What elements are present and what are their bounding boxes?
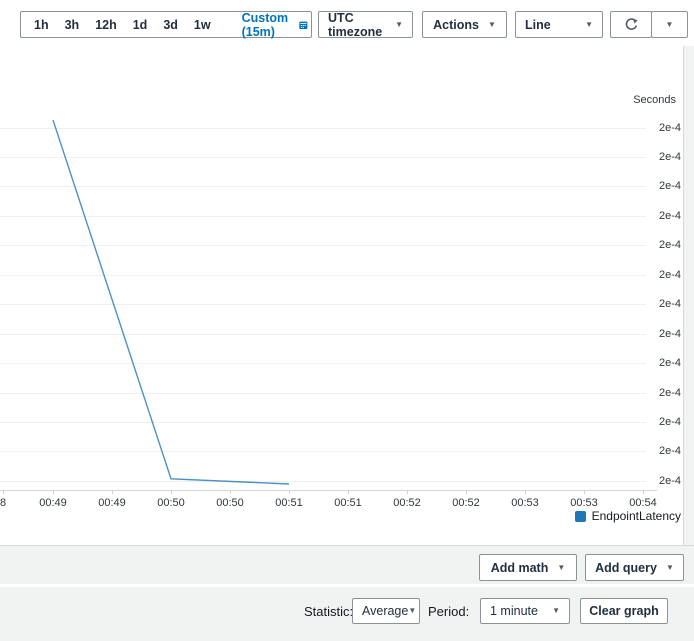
metric-line-chart[interactable]: Seconds 2e-42e-42e-42e-42e-42e-42e-42e-4… <box>0 0 694 545</box>
chevron-down-icon: ▼ <box>552 607 560 615</box>
period-label: Period: <box>428 604 469 619</box>
statistic-label: Statistic: <box>304 604 353 619</box>
statistic-value: Average <box>362 604 408 618</box>
right-margin <box>684 46 694 545</box>
series-plot <box>0 0 694 545</box>
clear-graph-button[interactable]: Clear graph <box>580 598 668 624</box>
legend-series-label: EndpointLatency <box>592 509 681 523</box>
statistic-select[interactable]: Average ▼ <box>352 598 420 624</box>
chevron-down-icon: ▼ <box>408 607 416 615</box>
statistic-period-bar: Statistic: Average ▼ Period: 1 minute ▼ … <box>0 587 694 641</box>
clear-graph-label: Clear graph <box>589 604 658 618</box>
add-query-button[interactable]: Add query ▼ <box>585 554 684 581</box>
legend[interactable]: EndpointLatency <box>575 509 681 523</box>
period-value: 1 minute <box>490 604 538 618</box>
add-math-button[interactable]: Add math ▼ <box>479 554 577 581</box>
query-actions-bar: Add math ▼ Add query ▼ <box>0 545 694 584</box>
add-query-label: Add query <box>595 561 657 575</box>
chevron-down-icon: ▼ <box>666 564 674 572</box>
series-line-EndpointLatency <box>53 120 289 484</box>
chevron-down-icon: ▼ <box>557 564 565 572</box>
add-math-label: Add math <box>491 561 549 575</box>
period-select[interactable]: 1 minute ▼ <box>480 598 570 624</box>
legend-color-swatch <box>575 511 586 522</box>
